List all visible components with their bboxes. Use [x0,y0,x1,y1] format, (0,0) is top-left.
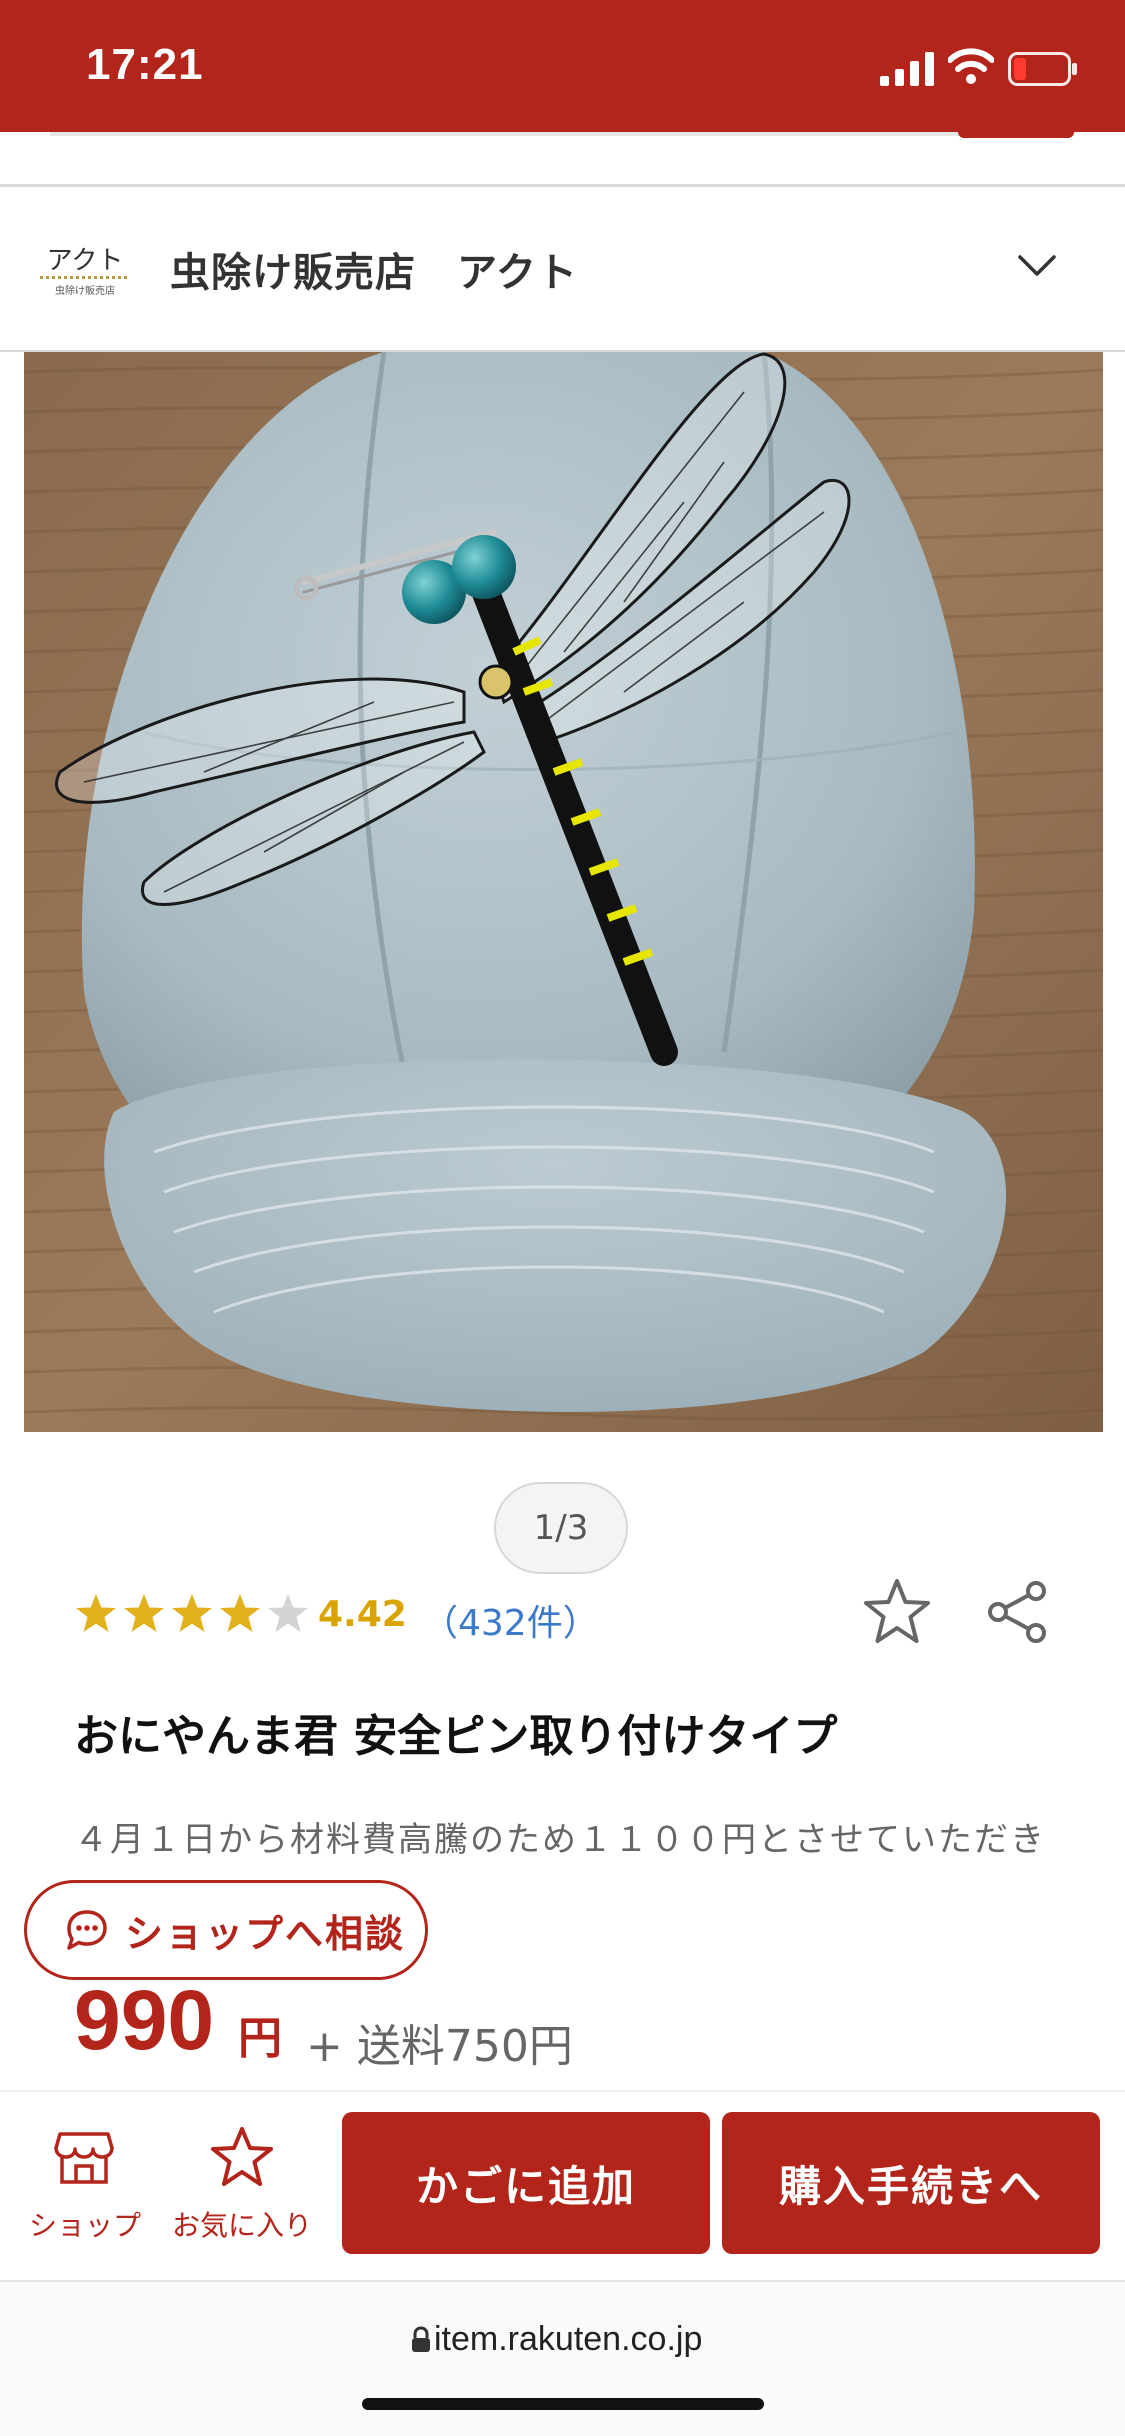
browser-url[interactable]: item.rakuten.co.jp [434,2320,702,2359]
star-rating-icon [76,1594,308,1632]
battery-icon [1008,52,1077,86]
shop-logo-text: アクト [46,246,124,276]
gallery-page-indicator: 1/3 [494,1482,628,1574]
nav-favorite-label[interactable]: お気に入り [162,2204,322,2244]
share-icon[interactable] [986,1580,1048,1644]
add-to-cart-button[interactable]: かごに追加 [342,2112,710,2254]
signal-icon [880,52,934,86]
home-indicator[interactable] [362,2398,764,2410]
shop-logo-divider [40,276,130,279]
status-time: 17:21 [86,40,204,89]
top-strip [0,132,1125,184]
review-count-link[interactable]: （432件） [422,1594,599,1646]
consult-shop-button[interactable]: ショップへ相談 [24,1880,428,1980]
shop-name[interactable]: 虫除け販売店 アクト [170,240,578,298]
divider [0,2090,1125,2092]
shipping-fee: + 送料750円 [306,2021,573,2072]
lock-icon [412,2326,430,2352]
product-image[interactable] [24,352,1103,1432]
chat-bubble-icon [67,1910,107,1950]
checkout-button[interactable]: 購入手続きへ [722,2112,1100,2254]
chevron-down-icon[interactable] [1018,254,1056,278]
price-value: 990 [74,1973,215,2067]
favorite-star-icon[interactable] [862,1578,932,1646]
nav-shop-label[interactable]: ショップ [20,2204,150,2244]
active-tab-marker [958,132,1074,138]
wifi-icon [948,48,994,84]
shop-icon[interactable] [54,2130,114,2186]
divider [50,132,1075,136]
product-title: おにやんま君 安全ピン取り付けタイプ [74,1711,838,1762]
product-description: ４月１日から材料費高騰のため１１００円とさせていただき [74,1820,1046,1860]
rating-value: 4.42 [318,1594,407,1635]
shop-logo-subtext: 虫除け販売店 [55,286,115,297]
price-unit: 円 [238,2013,282,2064]
favorite-star-icon[interactable] [210,2126,274,2188]
divider [0,184,1125,187]
browser-address-bar[interactable] [0,2282,1125,2436]
consult-shop-label: ショップへ相談 [125,1911,406,1956]
